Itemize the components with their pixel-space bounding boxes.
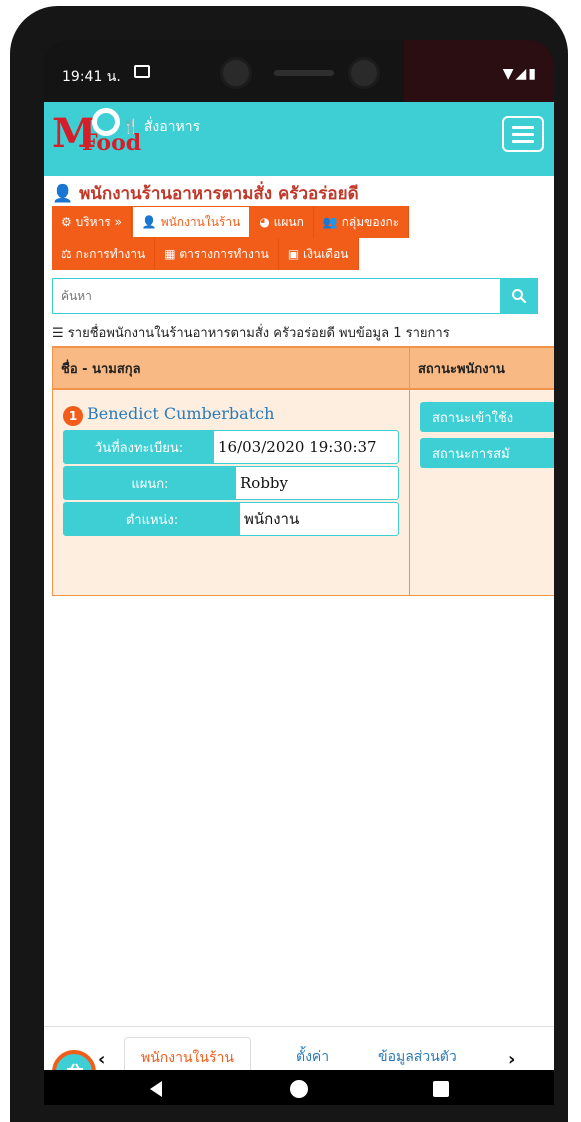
- tab-label: กะการทำงาน: [75, 246, 146, 261]
- row-number-badge: 1: [63, 406, 83, 426]
- hamburger-icon: [512, 126, 534, 129]
- nav-tabs-row-1: ⚙ บริหาร » 👤 พนักงานในร้าน ◕ แผนก 👥 กลุ่…: [52, 206, 410, 238]
- access-status-button[interactable]: สถานะเข้าใช้ง: [420, 402, 554, 432]
- mail-notification-icon: [134, 65, 150, 78]
- field-label: แผนก:: [64, 467, 236, 499]
- tab-management[interactable]: ⚙ บริหาร »: [52, 206, 132, 238]
- page-title: 👤 พนักงานร้านอาหารตามสั่ง ครัวอร่อยดี: [52, 180, 359, 207]
- order-food-link[interactable]: 🍴 สั่งอาหาร: [122, 116, 200, 138]
- chevron-left-icon[interactable]: ‹: [98, 1049, 105, 1070]
- users-icon: 👥: [322, 215, 338, 229]
- scale-icon: ⚖: [61, 247, 72, 261]
- status-icons-area: ▼◢▮: [404, 40, 554, 102]
- calendar-icon: ▦: [164, 247, 176, 261]
- column-header-name[interactable]: ชื่อ - นามสกุล: [52, 346, 410, 390]
- tab-department[interactable]: ◕ แผนก: [250, 206, 314, 238]
- wifi-signal-battery-icon: ▼◢▮: [502, 66, 538, 82]
- front-camera: [220, 57, 252, 89]
- table-cell-status: สถานะเข้าใช้ง สถานะการสมั: [410, 390, 554, 596]
- device-screen: 19:41 น. ▼◢▮ M Food 🍴 สั่งอาหาร 👤 พนักงา…: [44, 40, 554, 1105]
- gear-icon: ⚙: [61, 215, 72, 229]
- nav-tabs-row-2: ⚖ กะการทำงาน ▦ ตารางการทำงาน ▣ เงินเดือน: [52, 238, 359, 270]
- tab-shift-group[interactable]: 👥 กลุ่มของกะ: [313, 206, 410, 238]
- status-time: 19:41 น.: [62, 69, 121, 85]
- department-field: แผนก: Robby: [63, 466, 399, 500]
- tab-label: บริหาร »: [75, 214, 122, 229]
- speaker-grille: [274, 70, 334, 76]
- back-icon[interactable]: [148, 1080, 164, 1098]
- front-sensor: [348, 57, 380, 89]
- hamburger-icon: [512, 133, 534, 136]
- tab-staff[interactable]: 👤 พนักงานในร้าน: [131, 206, 251, 238]
- money-icon: ▣: [287, 247, 300, 261]
- employee-name-link[interactable]: Benedict Cumberbatch: [87, 404, 274, 423]
- result-summary-text: รายชื่อพนักงานในร้านอาหารตามสั่ง ครัวอร่…: [67, 326, 450, 341]
- field-value: 16/03/2020 19:30:37: [218, 438, 377, 456]
- register-date-field: วันที่ลงทะเบียน: 16/03/2020 19:30:37: [63, 430, 399, 464]
- chevron-right-icon[interactable]: ›: [508, 1049, 515, 1070]
- hamburger-icon: [512, 140, 534, 143]
- field-label: วันที่ลงทะเบียน:: [64, 431, 214, 463]
- pie-icon: ◕: [259, 215, 270, 229]
- tab-label: ตารางการทำงาน: [179, 246, 269, 261]
- tab-label: กลุ่มของกะ: [341, 214, 400, 229]
- column-header-status[interactable]: สถานะพนักงาน: [410, 346, 554, 390]
- user-icon: 👤: [141, 215, 157, 229]
- field-label: ตำแหน่ง:: [64, 503, 240, 535]
- search-icon: [512, 289, 527, 304]
- tab-schedule[interactable]: ▦ ตารางการทำงาน: [155, 238, 279, 270]
- list-icon: ☰: [52, 326, 64, 341]
- field-value: Robby: [240, 474, 289, 492]
- tab-label: พนักงานในร้าน: [160, 214, 241, 229]
- position-field: ตำแหน่ง: พนักงาน: [63, 502, 399, 536]
- app-header: M Food 🍴 สั่งอาหาร: [44, 102, 554, 176]
- android-nav-bar: [44, 1070, 554, 1105]
- home-icon[interactable]: [288, 1078, 310, 1100]
- result-summary: ☰ รายชื่อพนักงานในร้านอาหารตามสั่ง ครัวอ…: [52, 322, 450, 343]
- page-title-text: พนักงานร้านอาหารตามสั่ง ครัวอร่อยดี: [79, 184, 359, 204]
- field-value: พนักงาน: [244, 510, 300, 528]
- status-bar: 19:41 น. ▼◢▮: [44, 40, 554, 102]
- menu-toggle-button[interactable]: [502, 116, 544, 152]
- main-content: 👤 พนักงานร้านอาหารตามสั่ง ครัวอร่อยดี ⚙ …: [44, 176, 554, 1026]
- cutlery-icon: 🍴: [122, 119, 140, 135]
- recents-icon[interactable]: [432, 1080, 450, 1098]
- order-food-label: สั่งอาหาร: [143, 119, 201, 135]
- tab-label: แผนก: [273, 214, 304, 229]
- search-button[interactable]: [500, 278, 538, 314]
- phone-frame: 19:41 น. ▼◢▮ M Food 🍴 สั่งอาหาร 👤 พนักงา…: [10, 6, 568, 1122]
- tab-salary[interactable]: ▣ เงินเดือน: [278, 238, 359, 270]
- search-box: [52, 278, 538, 314]
- staff-table: ชื่อ - นามสกุล สถานะพนักงาน 1 Benedict C…: [52, 346, 554, 606]
- membership-status-button[interactable]: สถานะการสมั: [420, 438, 554, 468]
- table-cell-name: 1 Benedict Cumberbatch วันที่ลงทะเบียน: …: [52, 390, 410, 596]
- tab-label: เงินเดือน: [303, 246, 349, 261]
- user-icon: 👤: [52, 184, 74, 204]
- tab-shift[interactable]: ⚖ กะการทำงาน: [52, 238, 156, 270]
- search-input[interactable]: [52, 278, 500, 314]
